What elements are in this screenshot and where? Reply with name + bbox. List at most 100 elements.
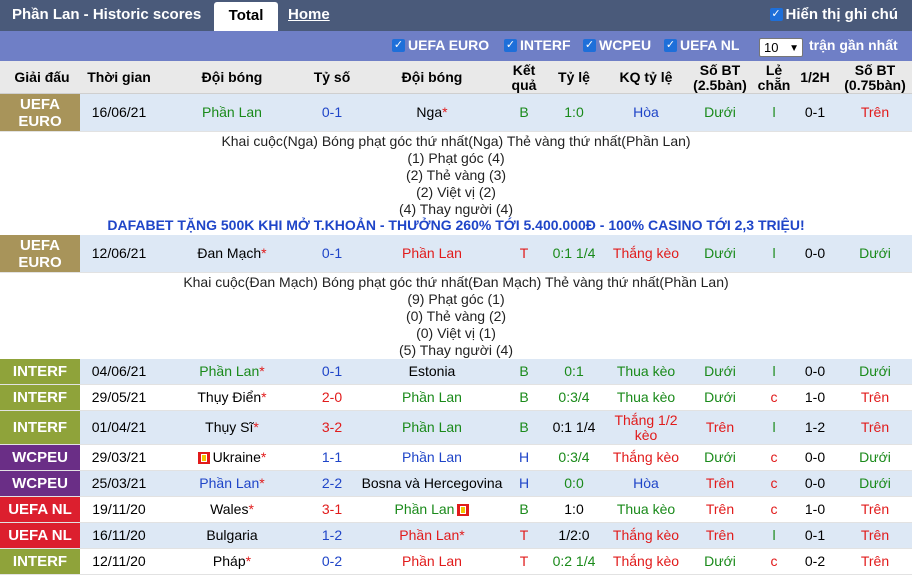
away-team[interactable]: Phần Lan: [356, 497, 508, 522]
odd-even: l: [772, 527, 776, 543]
checkbox-checked-icon[interactable]: ✓: [504, 38, 517, 52]
col-half: 1/2H: [800, 69, 830, 85]
league-badge: INTERF: [0, 549, 80, 574]
over-under: Dưới: [704, 363, 736, 379]
match-result: T: [519, 527, 529, 543]
match-score[interactable]: 0-1: [308, 359, 356, 384]
filter-uefa-nl[interactable]: ✓ UEFA NL: [664, 37, 739, 53]
home-team[interactable]: Phần Lan *: [156, 471, 308, 496]
away-team[interactable]: Phần Lan: [356, 549, 508, 574]
table-row[interactable]: INTERF 04/06/21 Phần Lan * 0-1 Estonia B …: [0, 359, 912, 385]
table-row[interactable]: UEFA NL 16/11/20 Bulgaria 1-2 Phần Lan * …: [0, 523, 912, 549]
away-team[interactable]: Estonia: [356, 359, 508, 384]
odd-even: c: [770, 449, 778, 465]
over-under-2: Dưới: [859, 449, 891, 465]
table-header: Giải đấu Thời gian Đội bóng Tỷ số Đội bó…: [0, 61, 912, 94]
odds-result: Hòa: [633, 104, 659, 120]
home-team[interactable]: Đan Mạch *: [156, 235, 308, 272]
table-row[interactable]: WCPEU 29/03/21 Ukraine * 1-1 Phần Lan H 0…: [0, 445, 912, 471]
league-badge: UEFA NL: [0, 497, 80, 522]
checkbox-checked-icon[interactable]: ✓: [392, 38, 405, 52]
match-score[interactable]: 2-2: [308, 471, 356, 496]
league-badge: INTERF: [0, 385, 80, 410]
ad-banner-link[interactable]: DAFABET TẶNG 500K KHI MỞ T.KHOẢN - THƯỞN…: [0, 217, 912, 234]
match-result: B: [519, 363, 529, 379]
over-under: Trên: [705, 475, 735, 491]
col-odds: Tỷ lệ: [558, 69, 590, 85]
match-date: 16/06/21: [91, 104, 147, 120]
table-row[interactable]: INTERF 29/05/21 Thụy Điển * 2-0 Phần Lan …: [0, 385, 912, 411]
col-ou2: Số BT (0.75bàn): [844, 61, 906, 93]
home-team[interactable]: Pháp *: [156, 549, 308, 574]
match-score[interactable]: 3-1: [308, 497, 356, 522]
home-team[interactable]: Bulgaria: [156, 523, 308, 548]
away-team[interactable]: Phần Lan: [356, 235, 508, 272]
home-team[interactable]: Phần Lan *: [156, 359, 308, 384]
match-result: B: [519, 104, 529, 120]
match-score[interactable]: 0-2: [308, 549, 356, 574]
odds-result: Thắng 1/2 kèo: [614, 411, 678, 443]
away-team[interactable]: Bosna và Hercegovina: [356, 471, 508, 496]
home-team[interactable]: Wales *: [156, 497, 308, 522]
half-score: 1-0: [804, 501, 826, 517]
match-odds: 0:1 1/4: [552, 419, 596, 435]
match-detail: Khai cuộc(Đan Mạch) Bóng phạt góc thứ nh…: [0, 274, 912, 359]
half-score: 1-2: [804, 419, 826, 435]
home-team[interactable]: Phần Lan: [156, 94, 308, 131]
match-date: 29/05/21: [91, 389, 147, 405]
match-score[interactable]: 1-1: [308, 445, 356, 470]
table-row[interactable]: WCPEU 25/03/21 Phần Lan * 2-2 Bosna và He…: [0, 471, 912, 497]
match-score[interactable]: 1-2: [308, 523, 356, 548]
over-under: Dưới: [704, 245, 736, 261]
half-score: 0-0: [804, 449, 826, 465]
home-team[interactable]: Ukraine *: [156, 445, 308, 470]
match-odds: 0:3/4: [558, 449, 590, 465]
odds-result: Thua kèo: [616, 501, 676, 517]
away-team[interactable]: Nga *: [356, 94, 508, 131]
away-team[interactable]: Phần Lan *: [356, 523, 508, 548]
half-score: 0-0: [804, 363, 826, 379]
over-under-2: Trên: [860, 527, 890, 543]
tab-total[interactable]: Total: [214, 2, 278, 31]
league-badge: WCPEU: [0, 471, 80, 496]
match-date: 12/06/21: [91, 245, 147, 261]
match-score[interactable]: 2-0: [308, 385, 356, 410]
over-under: Dưới: [704, 553, 736, 569]
filter-uefa-euro[interactable]: ✓ UEFA EURO: [392, 37, 489, 53]
filter-wcpeu[interactable]: ✓ WCPEU: [583, 37, 651, 53]
match-score[interactable]: 0-1: [308, 94, 356, 131]
checkbox-checked-icon[interactable]: ✓: [664, 38, 677, 52]
filter-label: UEFA EURO: [408, 37, 490, 53]
match-score[interactable]: 3-2: [308, 411, 356, 444]
over-under: Trên: [705, 527, 735, 543]
col-league: Giải đấu: [14, 69, 70, 85]
match-count-select[interactable]: 10 ▼: [759, 38, 803, 57]
table-row[interactable]: INTERF 12/11/20 Pháp * 0-2 Phần Lan T 0:2…: [0, 549, 912, 575]
show-notes-toggle[interactable]: ✓ Hiển thị ghi chú: [769, 6, 898, 23]
table-row[interactable]: UEFA EURO 12/06/21 Đan Mạch * 0-1 Phần La…: [0, 235, 912, 273]
away-team[interactable]: Phần Lan: [356, 445, 508, 470]
match-odds: 1:0: [564, 104, 584, 120]
away-team[interactable]: Phần Lan: [356, 385, 508, 410]
league-badge: WCPEU: [0, 445, 80, 470]
home-team[interactable]: Thụy Điển *: [156, 385, 308, 410]
home-team[interactable]: Thụy Sĩ *: [156, 411, 308, 444]
match-score[interactable]: 0-1: [308, 235, 356, 272]
checkbox-checked-icon[interactable]: ✓: [769, 8, 783, 21]
half-score: 0-0: [804, 475, 826, 491]
filter-label: UEFA NL: [680, 37, 740, 53]
filter-interf[interactable]: ✓ INTERF: [504, 37, 571, 53]
table-row[interactable]: UEFA NL 19/11/20 Wales * 3-1 Phần Lan B 1…: [0, 497, 912, 523]
stat-yellow-cards: (0) Thẻ vàng (2): [405, 308, 507, 324]
checkbox-checked-icon[interactable]: ✓: [583, 38, 596, 52]
over-under-2: Dưới: [859, 475, 891, 491]
table-row[interactable]: UEFA EURO 16/06/21 Phần Lan 0-1 Nga * B 1…: [0, 94, 912, 132]
red-card-icon: [457, 503, 470, 516]
table-row[interactable]: INTERF 01/04/21 Thụy Sĩ * 3-2 Phần Lan B …: [0, 411, 912, 445]
tab-home[interactable]: Home: [288, 6, 330, 23]
odds-result: Thắng kèo: [612, 245, 680, 261]
match-detail: Khai cuộc(Nga) Bóng phạt góc thứ nhất(Ng…: [0, 133, 912, 218]
away-team[interactable]: Phần Lan: [356, 411, 508, 444]
match-odds: 0:2 1/4: [552, 553, 596, 569]
filter-bar: ✓ UEFA EURO ✓ INTERF ✓ WCPEU ✓ UEFA NL 1…: [0, 31, 912, 61]
